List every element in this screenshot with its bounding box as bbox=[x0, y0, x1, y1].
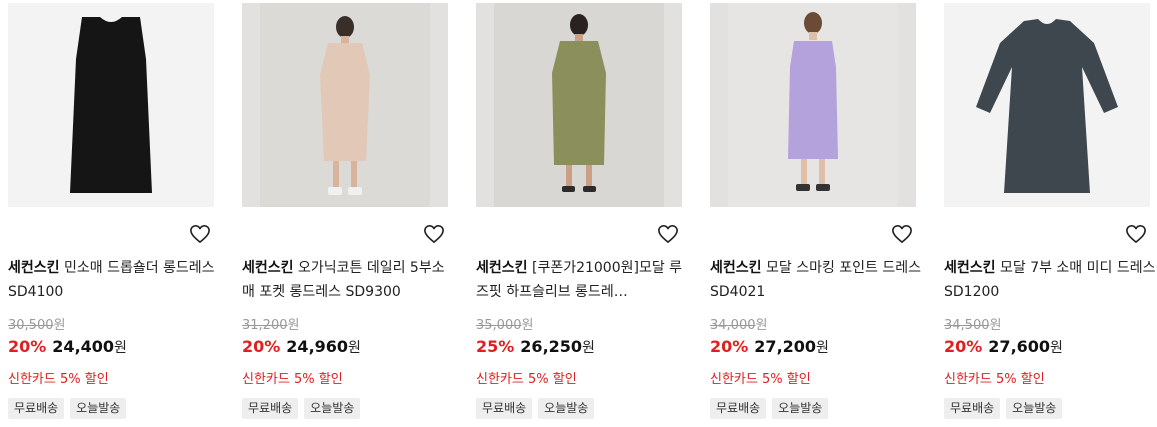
model-photo bbox=[260, 3, 430, 207]
heart-icon[interactable] bbox=[189, 224, 211, 244]
original-price: 31,200원 bbox=[242, 318, 300, 333]
product-title[interactable]: 세컨스킨 모달 7부 소매 미디 드레스 SD1200 bbox=[944, 256, 1156, 304]
product-image[interactable] bbox=[710, 3, 916, 207]
same-day-ship-tag: 오늘발송 bbox=[538, 398, 595, 419]
product-card[interactable]: 세컨스킨 모달 7부 소매 미디 드레스 SD1200 34,500원 20% 2… bbox=[944, 0, 1157, 427]
product-title[interactable]: 세컨스킨 오가닉코튼 데일리 5부소매 포켓 롱드레스 SD9300 bbox=[242, 256, 454, 304]
sale-price: 25% 26,250원 bbox=[476, 337, 595, 356]
free-shipping-tag: 무료배송 bbox=[8, 398, 65, 419]
original-price: 34,500원 bbox=[944, 318, 1002, 333]
product-image[interactable] bbox=[8, 3, 214, 207]
tag-list: 무료배송 오늘발송 bbox=[242, 398, 361, 419]
product-card[interactable]: 세컨스킨 오가닉코튼 데일리 5부소매 포켓 롱드레스 SD9300 31,20… bbox=[242, 0, 458, 427]
original-price: 30,500원 bbox=[8, 318, 66, 333]
original-price: 34,000원 bbox=[710, 318, 768, 333]
product-card[interactable]: 세컨스킨 [쿠폰가21000원]모달 루즈핏 하프슬리브 롱드레… 35,000… bbox=[476, 0, 692, 427]
sale-price: 20% 24,960원 bbox=[242, 337, 361, 356]
tag-list: 무료배송 오늘발송 bbox=[944, 398, 1063, 419]
dress-illustration bbox=[70, 17, 152, 193]
free-shipping-tag: 무료배송 bbox=[944, 398, 1001, 419]
free-shipping-tag: 무료배송 bbox=[242, 398, 299, 419]
model-photo bbox=[728, 3, 898, 207]
discount-rate: 20% bbox=[8, 337, 47, 356]
brand-name: 세컨스킨 bbox=[8, 260, 60, 276]
product-grid: 세컨스킨 민소매 드롭숄더 롱드레스 SD4100 30,500원 20% 24,… bbox=[0, 0, 1157, 427]
brand-name: 세컨스킨 bbox=[944, 260, 996, 276]
discount-rate: 20% bbox=[710, 337, 749, 356]
original-price: 35,000원 bbox=[476, 318, 534, 333]
sale-amount: 24,400 bbox=[52, 337, 115, 356]
sale-amount: 26,250 bbox=[520, 337, 583, 356]
card-discount-text: 신한카드 5% 할인 bbox=[8, 372, 109, 387]
discount-rate: 20% bbox=[944, 337, 983, 356]
product-title[interactable]: 세컨스킨 [쿠폰가21000원]모달 루즈핏 하프슬리브 롱드레… bbox=[476, 256, 688, 304]
product-image[interactable] bbox=[242, 3, 448, 207]
sale-amount: 24,960 bbox=[286, 337, 349, 356]
heart-icon[interactable] bbox=[1125, 224, 1147, 244]
tag-list: 무료배송 오늘발송 bbox=[8, 398, 127, 419]
heart-icon[interactable] bbox=[891, 224, 913, 244]
product-title[interactable]: 세컨스킨 모달 스마킹 포인트 드레스 SD4021 bbox=[710, 256, 922, 304]
free-shipping-tag: 무료배송 bbox=[710, 398, 767, 419]
heart-icon[interactable] bbox=[657, 224, 679, 244]
same-day-ship-tag: 오늘발송 bbox=[304, 398, 361, 419]
product-card[interactable]: 세컨스킨 모달 스마킹 포인트 드레스 SD4021 34,000원 20% 27… bbox=[710, 0, 926, 427]
product-title[interactable]: 세컨스킨 민소매 드롭숄더 롱드레스 SD4100 bbox=[8, 256, 220, 304]
brand-name: 세컨스킨 bbox=[710, 260, 762, 276]
sale-amount: 27,200 bbox=[754, 337, 817, 356]
discount-rate: 25% bbox=[476, 337, 515, 356]
product-image[interactable] bbox=[944, 3, 1150, 207]
product-image[interactable] bbox=[476, 3, 682, 207]
tag-list: 무료배송 오늘발송 bbox=[476, 398, 595, 419]
heart-icon[interactable] bbox=[423, 224, 445, 244]
card-discount-text: 신한카드 5% 할인 bbox=[242, 372, 343, 387]
sale-price: 20% 27,600원 bbox=[944, 337, 1063, 356]
card-discount-text: 신한카드 5% 할인 bbox=[710, 372, 811, 387]
free-shipping-tag: 무료배송 bbox=[476, 398, 533, 419]
card-discount-text: 신한카드 5% 할인 bbox=[944, 372, 1045, 387]
dress-illustration bbox=[976, 19, 1118, 193]
same-day-ship-tag: 오늘발송 bbox=[1006, 398, 1063, 419]
model-photo bbox=[494, 3, 664, 207]
sale-amount: 27,600 bbox=[988, 337, 1051, 356]
sale-price: 20% 27,200원 bbox=[710, 337, 829, 356]
brand-name: 세컨스킨 bbox=[476, 260, 528, 276]
sale-price: 20% 24,400원 bbox=[8, 337, 127, 356]
brand-name: 세컨스킨 bbox=[242, 260, 294, 276]
tag-list: 무료배송 오늘발송 bbox=[710, 398, 829, 419]
same-day-ship-tag: 오늘발송 bbox=[772, 398, 829, 419]
product-card[interactable]: 세컨스킨 민소매 드롭숄더 롱드레스 SD4100 30,500원 20% 24,… bbox=[8, 0, 224, 427]
card-discount-text: 신한카드 5% 할인 bbox=[476, 372, 577, 387]
discount-rate: 20% bbox=[242, 337, 281, 356]
same-day-ship-tag: 오늘발송 bbox=[70, 398, 127, 419]
